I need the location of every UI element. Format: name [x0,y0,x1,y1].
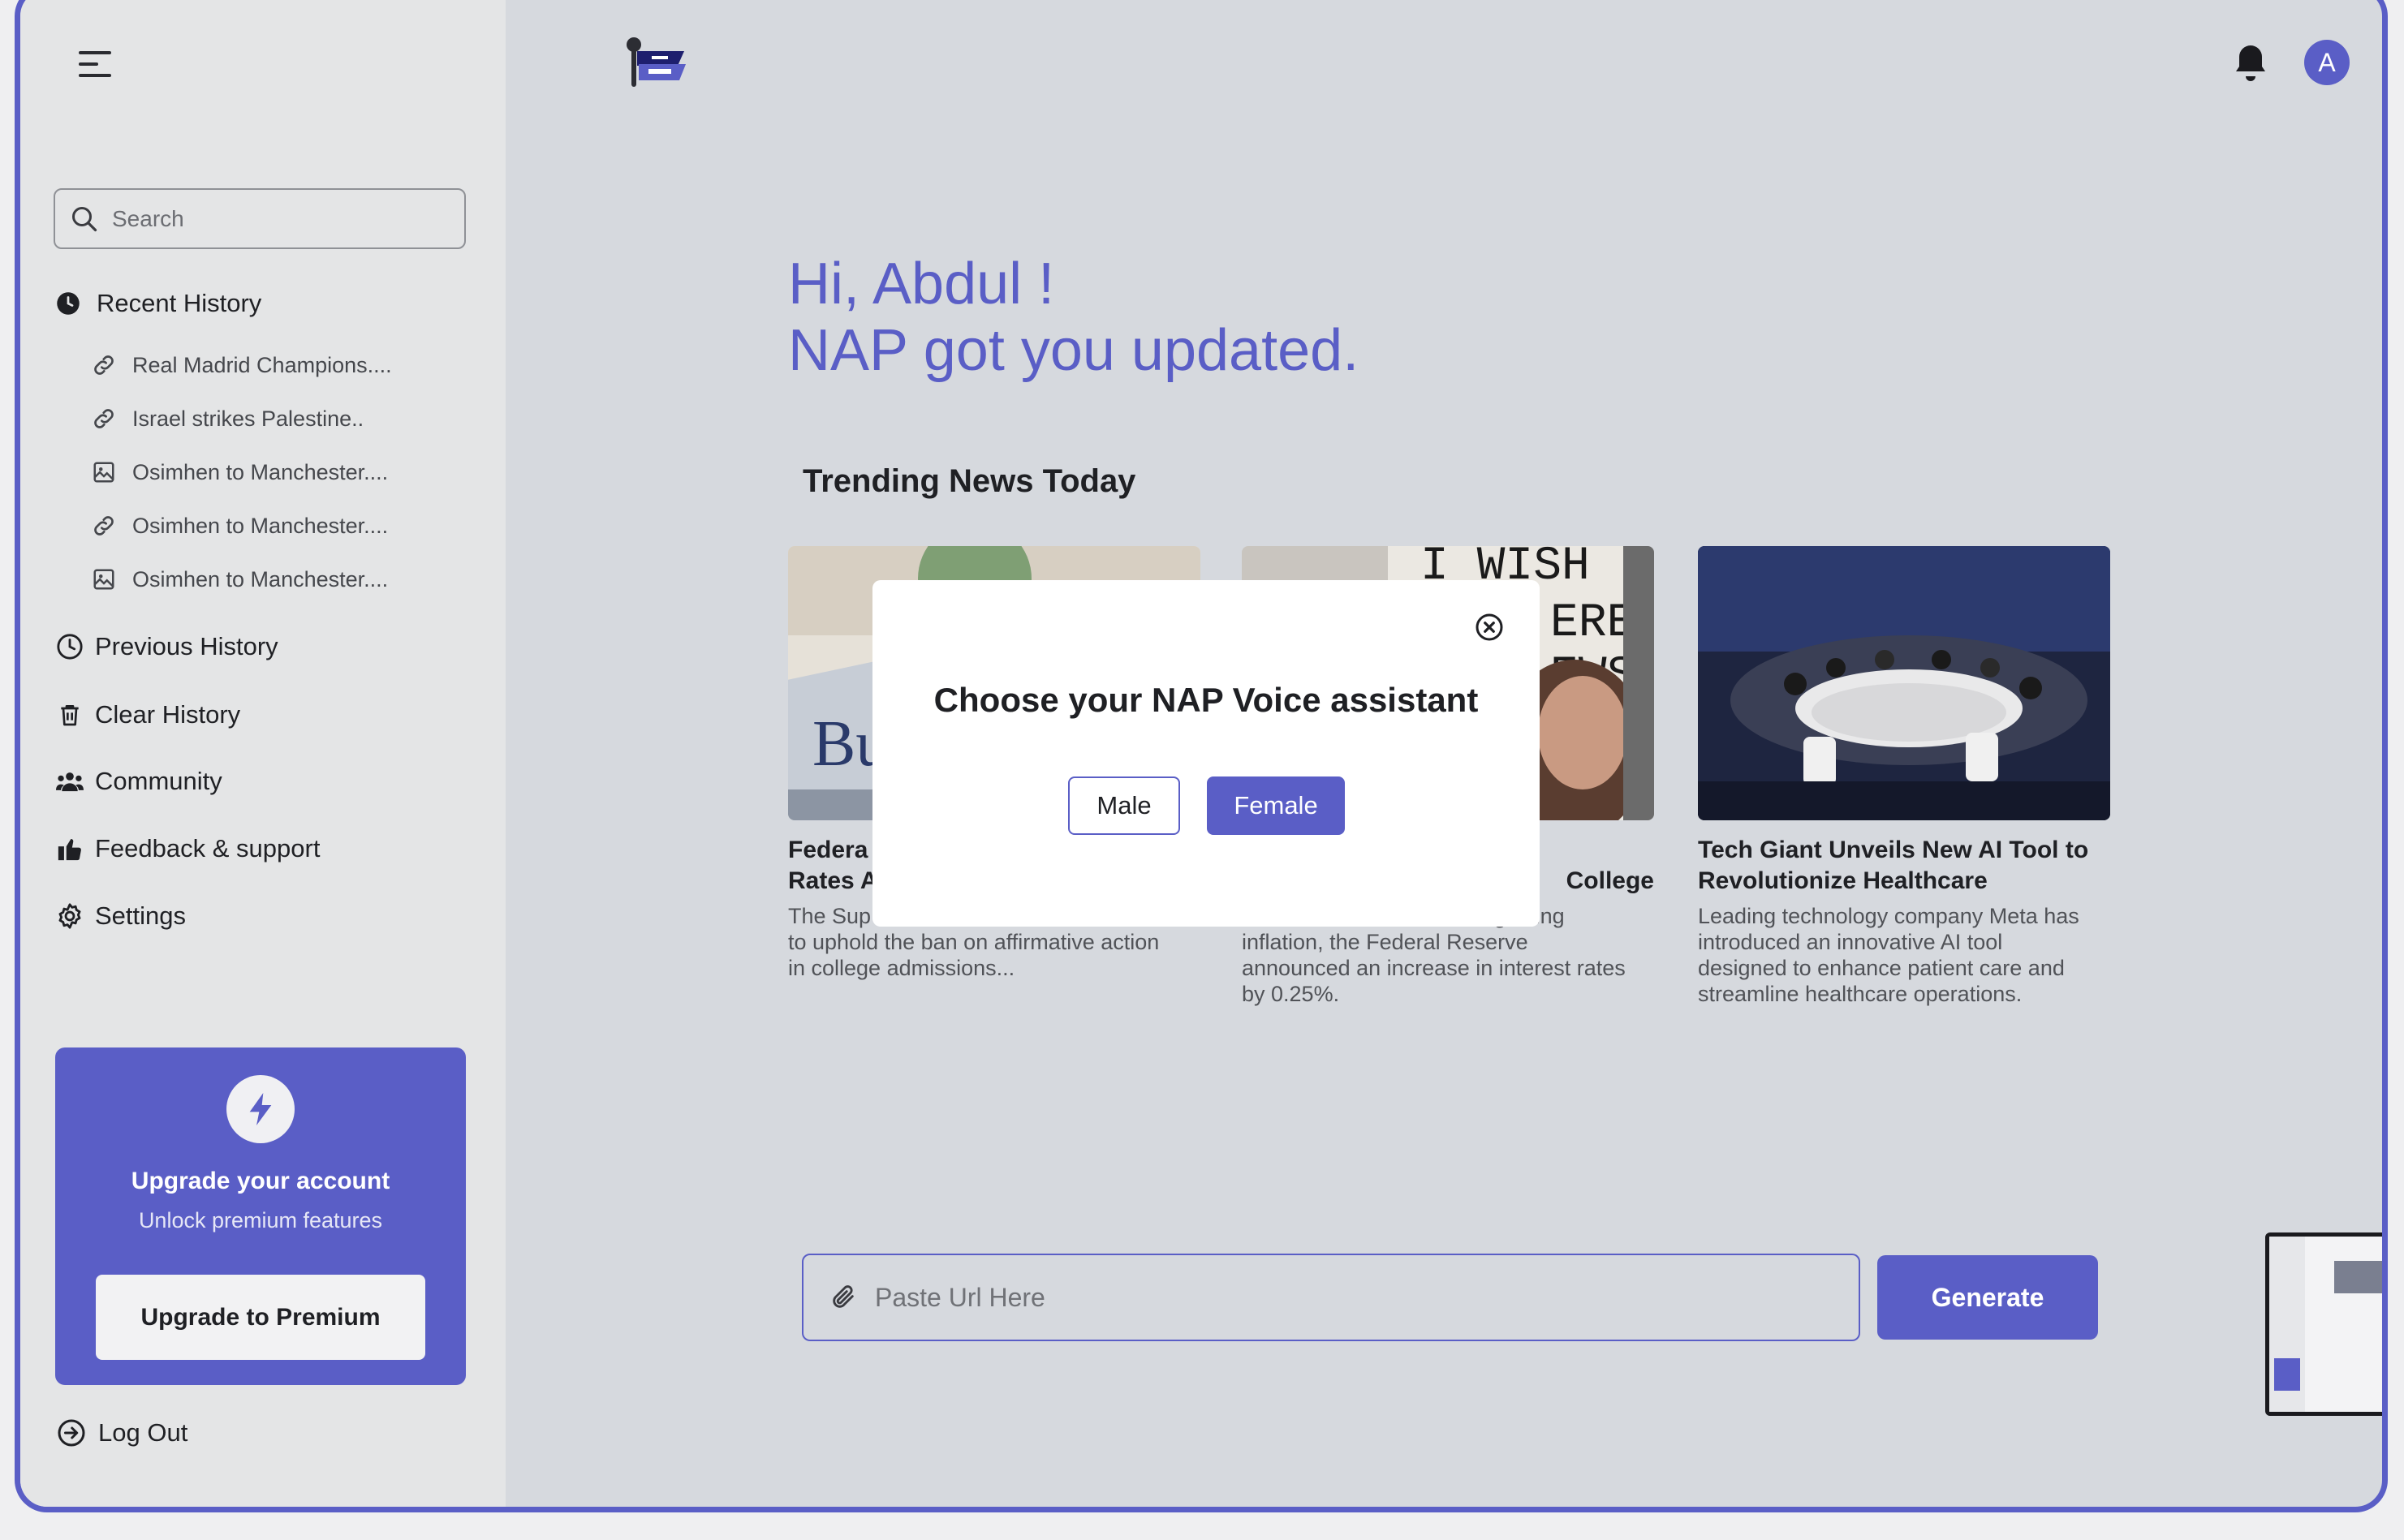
link-icon [90,351,118,379]
news-card-image [1698,546,2110,820]
url-input-box [802,1254,1860,1341]
news-card-3[interactable]: Tech Giant Unveils New AI Tool to Revolu… [1698,546,2110,1007]
upgrade-subtitle: Unlock premium features [138,1208,383,1232]
recent-history-header[interactable]: Recent History [56,289,261,318]
voice-assistant-modal: Choose your NAP Voice assistant Male Fem… [872,580,1540,927]
recent-history-label: Recent History [97,289,262,317]
modal-title: Choose your NAP Voice assistant [933,681,1479,719]
greeting: Hi, Abdul ! NAP got you updated. [788,251,1359,384]
user-avatar[interactable]: A [2304,40,2350,85]
recent-item-2[interactable]: Israel strikes Palestine.. [90,405,364,432]
news-card-description: Leading technology company Meta has intr… [1698,904,2079,1006]
community-item[interactable]: Community [56,767,222,796]
settings-item[interactable]: Settings [56,901,186,931]
link-icon [90,512,118,540]
thumbs-up-icon [56,835,84,862]
upgrade-card: Upgrade your account Unlock premium feat… [55,1047,466,1385]
female-voice-button[interactable]: Female [1207,776,1345,835]
clear-history-item[interactable]: Clear History [56,700,240,729]
logout-icon [56,1417,87,1448]
feedback-support-item[interactable]: Feedback & support [56,834,320,863]
url-input[interactable] [875,1282,1768,1313]
recent-item-3[interactable]: Osimhen to Manchester.... [90,458,388,486]
menu-icon[interactable] [79,51,113,79]
logout-item[interactable]: Log Out [56,1417,187,1448]
upgrade-to-premium-button[interactable]: Upgrade to Premium [96,1275,425,1360]
trash-icon [56,701,84,729]
gear-icon [56,902,84,930]
svg-text:ERE: ERE [1550,597,1635,650]
screen-preview-thumbnail[interactable] [2265,1232,2382,1416]
nap-logo[interactable] [619,35,692,93]
search-box [54,188,466,249]
image-icon [90,458,118,486]
generate-button[interactable]: Generate [1877,1255,2098,1340]
notification-bell-icon[interactable] [2231,41,2270,85]
greeting-line-1: Hi, Abdul ! [788,252,1055,316]
clock-filled-icon [56,290,80,317]
paperclip-icon [833,1285,854,1308]
previous-history-item[interactable]: Previous History [56,632,278,661]
app-window: Recent History Real Madrid Champions....… [15,0,2388,1512]
upgrade-title: Upgrade your account [131,1168,390,1194]
close-icon[interactable] [1475,613,1504,642]
recent-item-1[interactable]: Real Madrid Champions.... [90,351,392,379]
search-icon [72,206,97,231]
image-icon [90,566,118,593]
link-icon [90,405,118,432]
news-card-title: Tech Giant Unveils New AI Tool to Revolu… [1698,837,2089,894]
recent-item-5[interactable]: Osimhen to Manchester.... [90,566,388,593]
search-input[interactable] [112,205,437,232]
users-icon [56,768,84,795]
greeting-line-2: NAP got you updated. [788,318,1359,383]
clock-icon [56,633,84,660]
trending-news-title: Trending News Today [803,463,1136,499]
recent-item-4[interactable]: Osimhen to Manchester.... [90,512,388,540]
lightning-icon [226,1075,295,1143]
sidebar: Recent History Real Madrid Champions....… [20,0,506,1507]
male-voice-button[interactable]: Male [1068,776,1180,835]
